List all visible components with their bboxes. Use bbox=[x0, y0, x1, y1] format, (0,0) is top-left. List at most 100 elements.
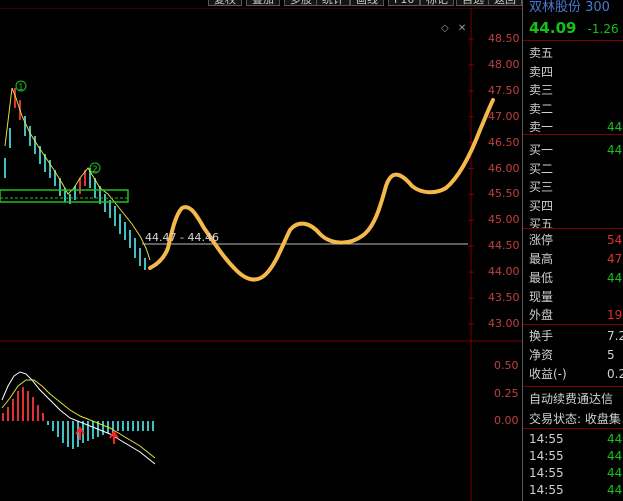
price-tick-label: 45.00 bbox=[488, 213, 520, 227]
stat-value: 7.20 bbox=[607, 329, 623, 343]
stat-value: 47 bbox=[607, 252, 623, 266]
price-tick-label: 46.00 bbox=[488, 161, 520, 175]
tick-time: 14:55 bbox=[529, 449, 564, 463]
order-book-label: 卖一 bbox=[529, 120, 554, 135]
panel-divider-5 bbox=[523, 428, 623, 429]
tick-row: 14:55 44. bbox=[529, 449, 623, 463]
ma-line bbox=[4, 87, 151, 261]
tick-row: 14:55 44. bbox=[529, 466, 623, 480]
order-book-row: 买三 bbox=[529, 180, 623, 194]
chart-corner-icons[interactable]: ◇ ✕ bbox=[441, 23, 469, 34]
tick-price: 44. bbox=[607, 449, 623, 463]
stat-row: 换手 7.20 bbox=[529, 329, 623, 343]
bid-ask-divider bbox=[523, 134, 623, 135]
order-book-label: 卖三 bbox=[529, 83, 554, 98]
order-book-label: 卖五 bbox=[529, 46, 554, 60]
order-book-row: 买四 bbox=[529, 199, 623, 213]
macd-tick-label: 0.25 bbox=[494, 387, 519, 400]
stat-value: 44 bbox=[607, 271, 623, 285]
panel-divider-2 bbox=[523, 228, 623, 229]
panel-divider-4 bbox=[523, 386, 623, 387]
tick-row: 14:55 44. bbox=[529, 483, 623, 497]
toolbar-button[interactable]: F10 bbox=[388, 0, 421, 6]
order-book-value: 44 bbox=[607, 143, 623, 157]
stat-row: 现量 bbox=[529, 290, 623, 304]
toolbar-button[interactable]: 返回 bbox=[488, 0, 522, 6]
stat-label: 涨停 bbox=[529, 233, 554, 247]
tick-time: 14:55 bbox=[529, 432, 564, 446]
toolbar-button[interactable]: 多股 bbox=[284, 0, 318, 6]
toolbar-button[interactable]: 自选 bbox=[456, 0, 490, 6]
stat-value: 54 bbox=[607, 233, 623, 247]
price-tick-label: 44.00 bbox=[488, 265, 520, 279]
stat-row: 净资 5 bbox=[529, 348, 623, 362]
macd-dif-line bbox=[1, 371, 156, 465]
toolbar-button[interactable]: 统计 bbox=[316, 0, 350, 6]
tick-time: 14:55 bbox=[529, 483, 564, 497]
stat-label: 最低 bbox=[529, 271, 554, 285]
tick-row: 14:55 44. bbox=[529, 432, 623, 446]
price-change: -1.26 bbox=[587, 22, 619, 36]
panel-divider bbox=[523, 40, 623, 41]
price-tick-label: 47.50 bbox=[488, 83, 520, 97]
stat-value: 5 bbox=[607, 348, 615, 362]
stat-row: 收益(-) 0.2 bbox=[529, 367, 623, 381]
price-tick-label: 44.50 bbox=[488, 239, 520, 253]
order-book-label: 买三 bbox=[529, 180, 554, 195]
order-book-label: 买一 bbox=[529, 143, 554, 157]
panel-divider-3 bbox=[523, 324, 623, 325]
order-book-row: 卖五 bbox=[529, 46, 623, 60]
order-book-row: 买五 bbox=[529, 217, 623, 231]
tick-time: 14:55 bbox=[529, 466, 564, 480]
stat-label: 现量 bbox=[529, 290, 554, 304]
toolbar-button[interactable]: 标记 bbox=[420, 0, 454, 6]
order-book-label: 买二 bbox=[529, 161, 554, 176]
stat-row: 涨停 54 bbox=[529, 233, 623, 247]
price-row: 44.09 -1.26 bbox=[529, 18, 619, 37]
toolbar-button[interactable]: 复权 bbox=[208, 0, 242, 6]
info-line-1[interactable]: 自动续费通达信 bbox=[529, 390, 613, 407]
stat-label: 换手 bbox=[529, 329, 554, 343]
tick-price: 44. bbox=[607, 432, 623, 446]
order-book-row: 卖二 bbox=[529, 102, 623, 116]
kline-chart[interactable]: 1 2 bbox=[0, 8, 522, 501]
order-book-row: 卖三 bbox=[529, 83, 623, 97]
order-book-label: 卖四 bbox=[529, 64, 554, 79]
stat-row: 最高 47 bbox=[529, 252, 623, 266]
stat-value: 1976 bbox=[607, 308, 623, 322]
chart-area[interactable]: 1 2 ◇ ✕ 48.50 48.00 47.50 47.00 46.50 46.00 45… bbox=[0, 8, 522, 501]
buy-arrow-icon-2 bbox=[109, 430, 119, 444]
order-book-label: 买五 bbox=[529, 217, 554, 232]
stat-label: 外盘 bbox=[529, 308, 554, 322]
macd-tick-label: 0.50 bbox=[494, 359, 519, 372]
top-toolbar: 复权叠加多股统计画线 F10标记自选返回 bbox=[0, 0, 522, 8]
order-book-row: 买二 bbox=[529, 162, 623, 176]
trade-status: 交易状态: 收盘集 bbox=[529, 412, 621, 426]
stock-name[interactable]: 双林股份 300 bbox=[529, 0, 610, 15]
macd-tick-label: 0.00 bbox=[494, 414, 519, 427]
price-tick-label: 46.50 bbox=[488, 135, 520, 149]
stat-value: 0.2 bbox=[607, 367, 623, 381]
crosshair-price-label: 44.47 - 44.46 bbox=[145, 231, 219, 244]
stat-row: 外盘 1976 bbox=[529, 308, 623, 322]
order-book-row: 卖一 44 bbox=[529, 120, 623, 134]
order-book-row: 卖四 bbox=[529, 65, 623, 79]
stat-label: 收益(-) bbox=[529, 367, 567, 381]
tick-price: 44. bbox=[607, 483, 623, 497]
order-book-value: 44 bbox=[607, 120, 623, 135]
peak1-label: 1 bbox=[18, 83, 24, 93]
order-book-row: 买一 44 bbox=[529, 143, 623, 157]
peak2-label: 2 bbox=[92, 165, 98, 175]
order-book-label: 买四 bbox=[529, 198, 554, 213]
price-tick-label: 43.50 bbox=[488, 291, 520, 304]
price-tick-label: 43.00 bbox=[488, 316, 520, 330]
price-tick-label: 48.00 bbox=[488, 57, 520, 71]
toolbar-button[interactable]: 画线 bbox=[350, 0, 384, 6]
price-tick-label: 48.50 bbox=[488, 32, 520, 45]
current-price: 44.09 bbox=[529, 19, 577, 37]
tick-price: 44. bbox=[607, 466, 623, 480]
price-tick-label: 47.00 bbox=[488, 109, 520, 123]
quote-panel: 双林股份 300 44.09 -1.26 卖五 卖四 卖三 卖二 卖一 44 买一 44 买二买… bbox=[522, 0, 623, 501]
toolbar-button[interactable]: 叠加 bbox=[246, 0, 280, 6]
price-tick-label: 45.50 bbox=[488, 187, 520, 201]
